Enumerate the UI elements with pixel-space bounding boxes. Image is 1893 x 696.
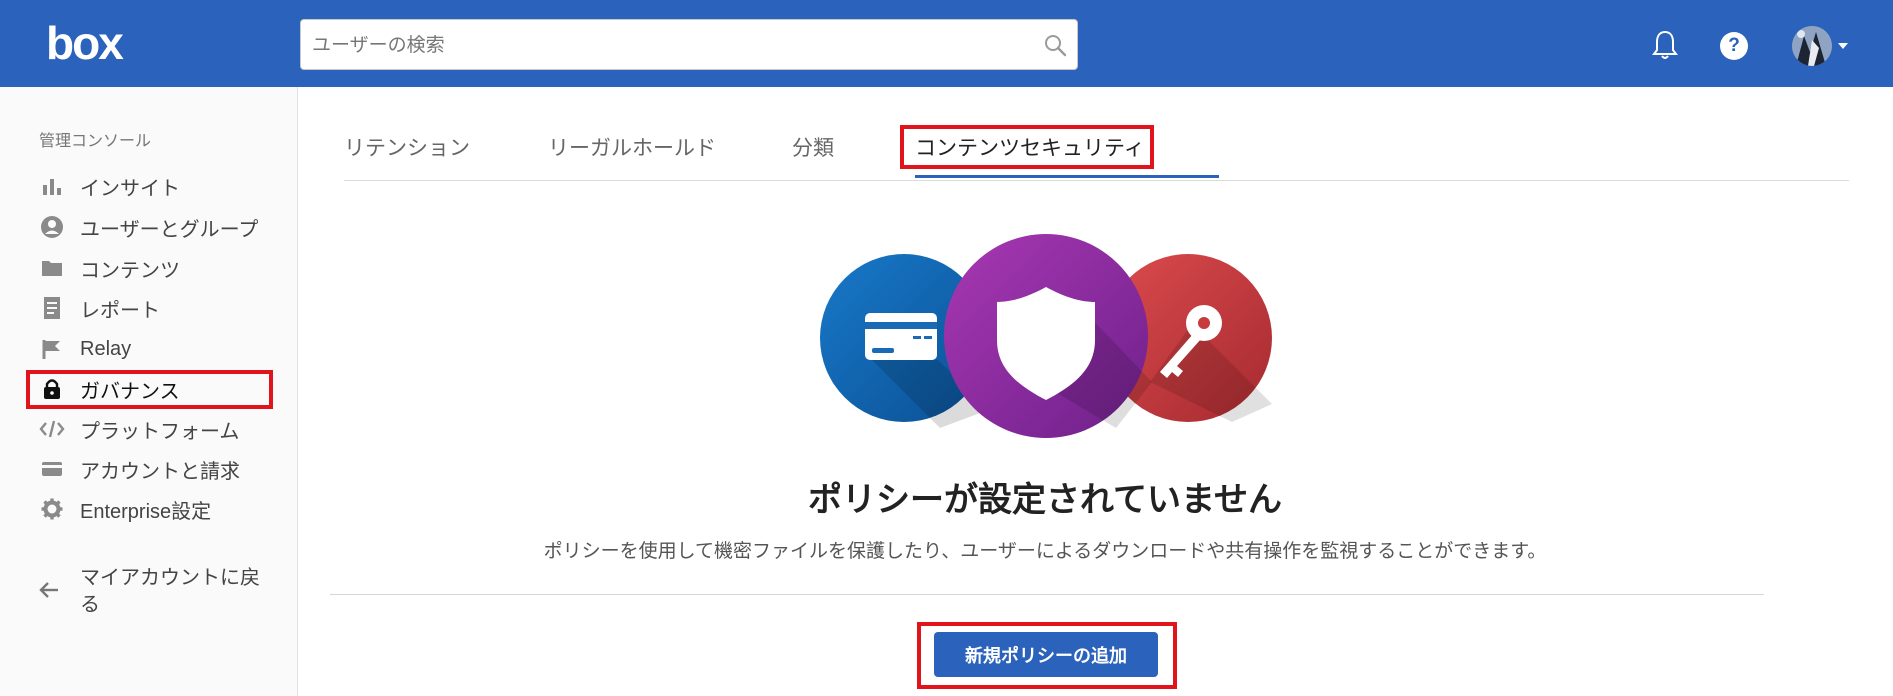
user-search-input[interactable] (301, 20, 1014, 71)
governance-highlight-box (26, 370, 273, 409)
relay-flag-icon (38, 335, 66, 363)
sidebar-item-label: ユーザーとグループ (80, 218, 259, 241)
security-illustration (820, 234, 1272, 438)
help-icon[interactable]: ? (1720, 32, 1748, 60)
sidebar-item-account-billing[interactable]: アカウントと請求 (38, 452, 240, 486)
sidebar-item-platform[interactable]: プラットフォーム (38, 412, 239, 446)
add-policy-highlight-box (917, 622, 1177, 689)
arrow-left-icon (38, 579, 66, 607)
sidebar-item-label: コンテンツ (80, 259, 180, 282)
user-search-box[interactable] (300, 19, 1078, 71)
tab-legal-hold[interactable]: リーガルホールド (548, 132, 716, 162)
sidebar-item-reports[interactable]: レポート (38, 291, 160, 325)
sidebar-item-label: Relay (80, 337, 132, 360)
sidebar-item-users-groups[interactable]: ユーザーとグループ (38, 210, 258, 244)
folder-icon (38, 254, 66, 282)
sidebar-item-label: レポート (80, 299, 160, 322)
active-tab-indicator (915, 175, 1219, 178)
empty-state-description: ポリシーを使用して機密ファイルを保護したり、ユーザーによるダウンロードや共有操作… (543, 541, 1547, 562)
empty-state-title: ポリシーが設定されていません (808, 481, 1282, 519)
box-logo[interactable]: box (46, 18, 124, 68)
chevron-down-icon[interactable] (1838, 43, 1848, 49)
top-bar: box ? (0, 0, 1893, 87)
bell-icon[interactable] (1651, 29, 1679, 61)
sidebar-item-relay[interactable]: Relay (38, 332, 131, 366)
tab-retention[interactable]: リテンション (344, 132, 470, 162)
sidebar-item-insights[interactable]: インサイト (38, 169, 180, 203)
sidebar-item-label: アカウントと請求 (80, 460, 240, 483)
user-circle-icon (38, 213, 66, 241)
sidebar-item-label: Enterprise設定 (80, 500, 212, 523)
bar-chart-icon (38, 172, 66, 200)
content-security-tab-highlight-box (900, 125, 1154, 169)
search-icon[interactable] (1043, 33, 1067, 57)
sidebar-item-label: インサイト (80, 177, 180, 200)
credit-card-icon (38, 455, 66, 483)
avatar-image (1792, 26, 1832, 66)
shield-circle-icon (944, 234, 1152, 438)
gear-icon (38, 495, 66, 523)
section-divider (330, 594, 1764, 595)
tab-classification[interactable]: 分類 (792, 132, 834, 162)
code-icon (38, 415, 66, 443)
back-to-my-account-link[interactable]: マイアカウントに戻る (38, 565, 260, 619)
report-icon (38, 294, 66, 322)
sidebar-item-label: プラットフォーム (80, 420, 240, 443)
sidebar-item-content[interactable]: コンテンツ (38, 251, 180, 285)
back-link-label: マイアカウントに戻る (80, 567, 260, 616)
sidebar-item-enterprise-settings[interactable]: Enterprise設定 (38, 492, 211, 526)
sidebar-heading: 管理コンソール (39, 133, 152, 150)
user-avatar[interactable] (1792, 26, 1832, 66)
